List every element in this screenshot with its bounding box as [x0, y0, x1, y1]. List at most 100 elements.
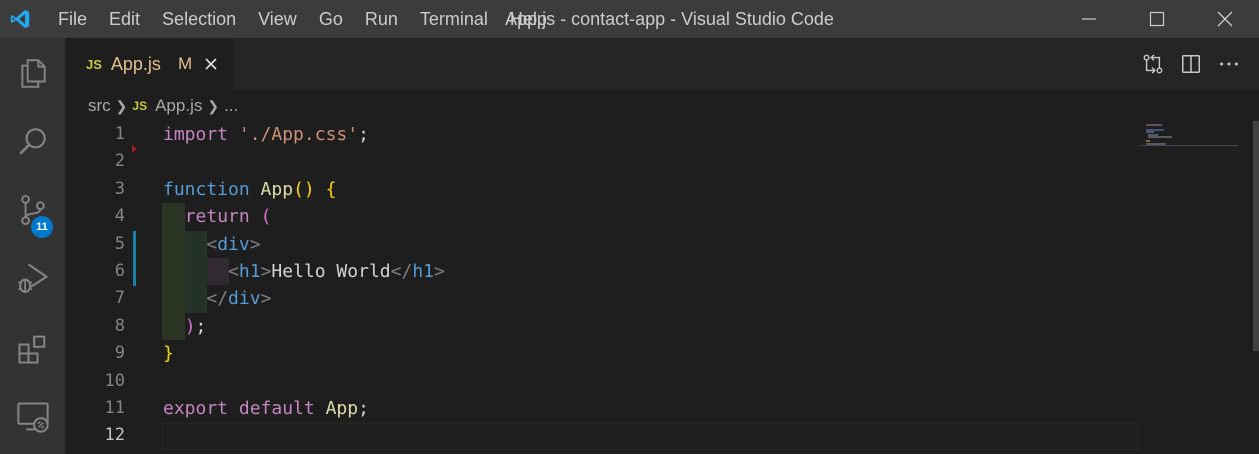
code-token: Hello World — [271, 261, 391, 282]
vertical-scrollbar[interactable] — [1253, 121, 1259, 351]
code-text: ); — [163, 313, 207, 340]
menu-run[interactable]: Run — [354, 0, 409, 38]
code-line[interactable]: 1 import './App.css'; — [65, 121, 1140, 148]
code-token: </ — [206, 288, 229, 310]
code-line[interactable]: 5 <div> — [65, 231, 1140, 258]
code-line[interactable]: 10 — [65, 368, 1140, 395]
remote-explorer-icon — [16, 402, 49, 433]
menu-selection[interactable]: Selection — [151, 0, 247, 38]
tab-bar: JS App.js M — [65, 38, 1259, 90]
split-editor-button[interactable] — [1179, 52, 1203, 76]
breadcrumb-file[interactable]: App.js — [155, 96, 202, 116]
maximize-icon — [1149, 11, 1165, 27]
run-debug-icon — [17, 263, 48, 293]
menu-help[interactable]: Help — [499, 0, 558, 38]
code-token: } — [163, 343, 174, 365]
line-number: 12 — [104, 425, 125, 446]
menu-edit[interactable]: Edit — [98, 0, 151, 38]
breadcrumb-symbols[interactable]: ... — [224, 96, 238, 116]
activity-remote-explorer[interactable] — [0, 386, 65, 448]
code-line[interactable]: 2 — [65, 148, 1140, 175]
open-changes-button[interactable] — [1141, 52, 1165, 76]
code-token: './App.css' — [238, 124, 359, 145]
search-icon — [18, 128, 46, 155]
menu-view[interactable]: View — [247, 0, 308, 38]
menu-go[interactable]: Go — [308, 0, 354, 38]
activity-bar: 11 — [0, 38, 65, 454]
minimap[interactable] — [1140, 121, 1238, 454]
menu-terminal[interactable]: Terminal — [409, 0, 499, 38]
code-token: export — [163, 398, 229, 419]
code-line[interactable]: 8 ); — [65, 313, 1140, 340]
js-file-icon: JS — [132, 99, 148, 113]
line-number: 2 — [114, 151, 125, 172]
code-token: > — [260, 261, 272, 282]
title-bar: File Edit Selection View Go Run Terminal… — [0, 0, 1259, 38]
code-editor[interactable]: 1 import './App.css'; 2 3 function App() {4 … — [65, 121, 1140, 454]
split-editor-icon — [1182, 55, 1200, 73]
line-number: 8 — [114, 315, 125, 336]
line-number: 5 — [114, 233, 125, 254]
line-number: 1 — [114, 124, 125, 144]
code-text: return ( — [163, 203, 272, 230]
code-text: <div> — [163, 231, 261, 258]
modified-indicator: M — [177, 54, 193, 73]
code-token: > — [434, 261, 445, 282]
code-token: import — [163, 124, 229, 145]
code-token: () — [293, 178, 315, 200]
code-token: ( — [260, 206, 272, 228]
activity-extensions[interactable] — [0, 318, 65, 380]
code-token: > — [249, 233, 261, 255]
code-text: <h1>Hello World</h1> — [163, 258, 445, 285]
code-line[interactable]: 9} — [65, 340, 1140, 367]
code-token: return — [184, 206, 250, 228]
code-text: import './App.css'; — [163, 121, 369, 148]
code-line[interactable]: 4 return ( — [65, 203, 1140, 230]
explorer-icon — [20, 59, 46, 88]
code-line[interactable]: 12 — [65, 422, 1140, 449]
code-token: div — [228, 288, 261, 310]
js-file-icon: JS — [86, 56, 102, 72]
ellipsis-icon — [1220, 62, 1238, 66]
maximize-button[interactable] — [1123, 0, 1191, 38]
line-number: 11 — [104, 398, 125, 418]
activity-explorer[interactable] — [0, 42, 65, 104]
tab-close-button[interactable] — [202, 55, 220, 73]
menu-bar: File Edit Selection View Go Run Terminal… — [40, 0, 558, 38]
minimize-button[interactable] — [1055, 0, 1123, 38]
editor-actions — [1141, 38, 1241, 90]
tab-label: App.js — [110, 53, 161, 74]
minimize-icon — [1082, 18, 1096, 20]
code-line[interactable]: 3 function App() { — [65, 176, 1140, 203]
code-text: </div> — [163, 285, 271, 312]
code-token: App — [325, 398, 359, 419]
breadcrumb-folder[interactable]: src — [88, 96, 111, 116]
close-window-button[interactable] — [1191, 0, 1259, 38]
more-actions-button[interactable] — [1217, 52, 1241, 76]
menu-file[interactable]: File — [40, 0, 98, 38]
vscode-logo-icon[interactable] — [0, 0, 40, 38]
chevron-right-icon: ❯ — [115, 97, 128, 114]
tab-app-js[interactable]: JS App.js M — [65, 38, 233, 90]
code-token: default — [238, 398, 315, 419]
activity-run-debug[interactable] — [0, 248, 65, 310]
code-token: div — [217, 233, 250, 255]
code-token: ; — [358, 398, 369, 419]
activity-search[interactable] — [0, 111, 65, 173]
code-line[interactable]: 11 export default App; — [65, 395, 1140, 422]
extensions-icon — [17, 335, 45, 364]
code-line[interactable]: 6 <h1>Hello World</h1> — [65, 258, 1140, 285]
activity-source-control[interactable]: 11 — [0, 179, 65, 241]
code-line[interactable]: 7 </div> — [65, 285, 1140, 312]
code-text: export default App; — [163, 395, 369, 422]
close-icon — [205, 58, 217, 70]
